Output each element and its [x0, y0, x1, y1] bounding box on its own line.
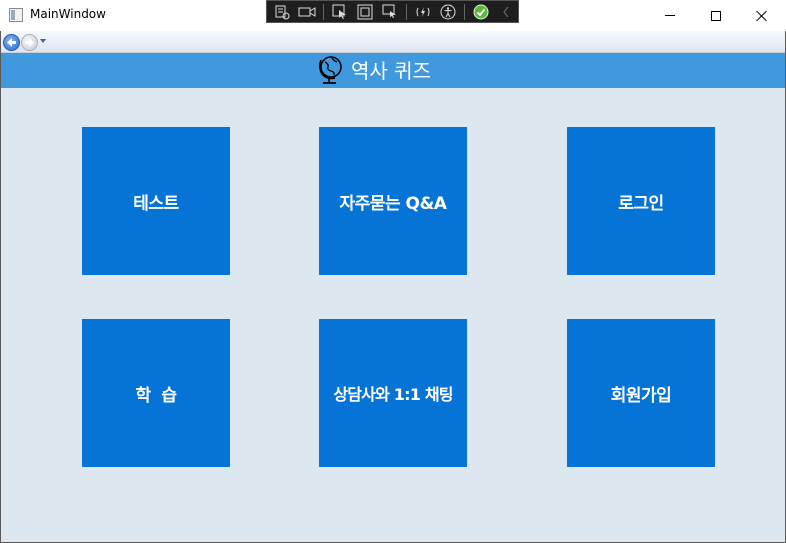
- hot-reload-button[interactable]: [412, 3, 434, 21]
- toolbar-separator: [323, 3, 324, 20]
- close-button[interactable]: [739, 0, 785, 31]
- minimize-button[interactable]: [647, 0, 693, 31]
- display-layout-adorners-button[interactable]: [354, 3, 376, 21]
- test-button[interactable]: 테스트: [82, 127, 230, 275]
- faq-button[interactable]: 자주묻는 Q&A: [319, 127, 467, 275]
- close-icon: [756, 10, 768, 22]
- record-button[interactable]: [296, 3, 318, 21]
- page-header: 역사 퀴즈: [1, 53, 785, 88]
- app-icon: [9, 8, 23, 22]
- window-title: MainWindow: [30, 7, 106, 21]
- arrow-right-icon: [25, 38, 34, 47]
- collapse-toolbar-button[interactable]: [495, 3, 517, 21]
- minimize-icon: [665, 15, 675, 16]
- camera-icon: [298, 6, 316, 17]
- track-focus-button[interactable]: [379, 3, 401, 21]
- toolbar-separator: [406, 3, 407, 20]
- forward-button[interactable]: [21, 34, 38, 51]
- select-cursor-icon: [332, 4, 346, 19]
- counselor-chat-button[interactable]: 상담사와 1:1 채팅: [319, 319, 467, 467]
- test-button-label: 테스트: [133, 193, 179, 214]
- back-button[interactable]: [3, 34, 20, 51]
- page-content: 역사 퀴즈 테스트 자주묻는 Q&A 로그인 학 습 상담사와 1:1 채팅 회…: [1, 53, 785, 542]
- study-button-label: 학 습: [135, 385, 177, 406]
- debug-toolbar: [266, 0, 519, 23]
- adorner-icon: [357, 4, 373, 19]
- page-title: 역사 퀴즈: [351, 59, 431, 83]
- login-button-label: 로그인: [618, 193, 664, 214]
- binding-status-button[interactable]: [470, 3, 492, 21]
- login-button[interactable]: 로그인: [567, 127, 715, 275]
- chevron-left-icon: [503, 6, 509, 17]
- window-border-left: [0, 31, 1, 543]
- maximize-icon: [711, 10, 721, 21]
- history-dropdown-icon[interactable]: [40, 39, 46, 43]
- signup-button-label: 회원가입: [610, 385, 672, 406]
- select-element-button[interactable]: [329, 3, 351, 21]
- counselor-chat-button-label: 상담사와 1:1 채팅: [333, 385, 453, 404]
- study-button[interactable]: 학 습: [82, 319, 230, 467]
- track-focus-icon: [382, 4, 396, 18]
- accessibility-checker-button[interactable]: [437, 3, 459, 21]
- accessibility-icon: [440, 4, 456, 19]
- check-circle-icon: [473, 4, 489, 19]
- navigation-bar: [0, 31, 786, 53]
- hot-reload-icon: [416, 6, 430, 17]
- faq-button-label: 자주묻는 Q&A: [339, 193, 447, 214]
- live-visual-tree-button[interactable]: [271, 3, 293, 21]
- globe-icon: [318, 56, 342, 84]
- visual-tree-icon: [275, 5, 290, 19]
- maximize-button[interactable]: [693, 0, 739, 31]
- toolbar-separator: [464, 3, 465, 20]
- signup-button[interactable]: 회원가입: [567, 319, 715, 467]
- arrow-left-icon: [7, 38, 16, 47]
